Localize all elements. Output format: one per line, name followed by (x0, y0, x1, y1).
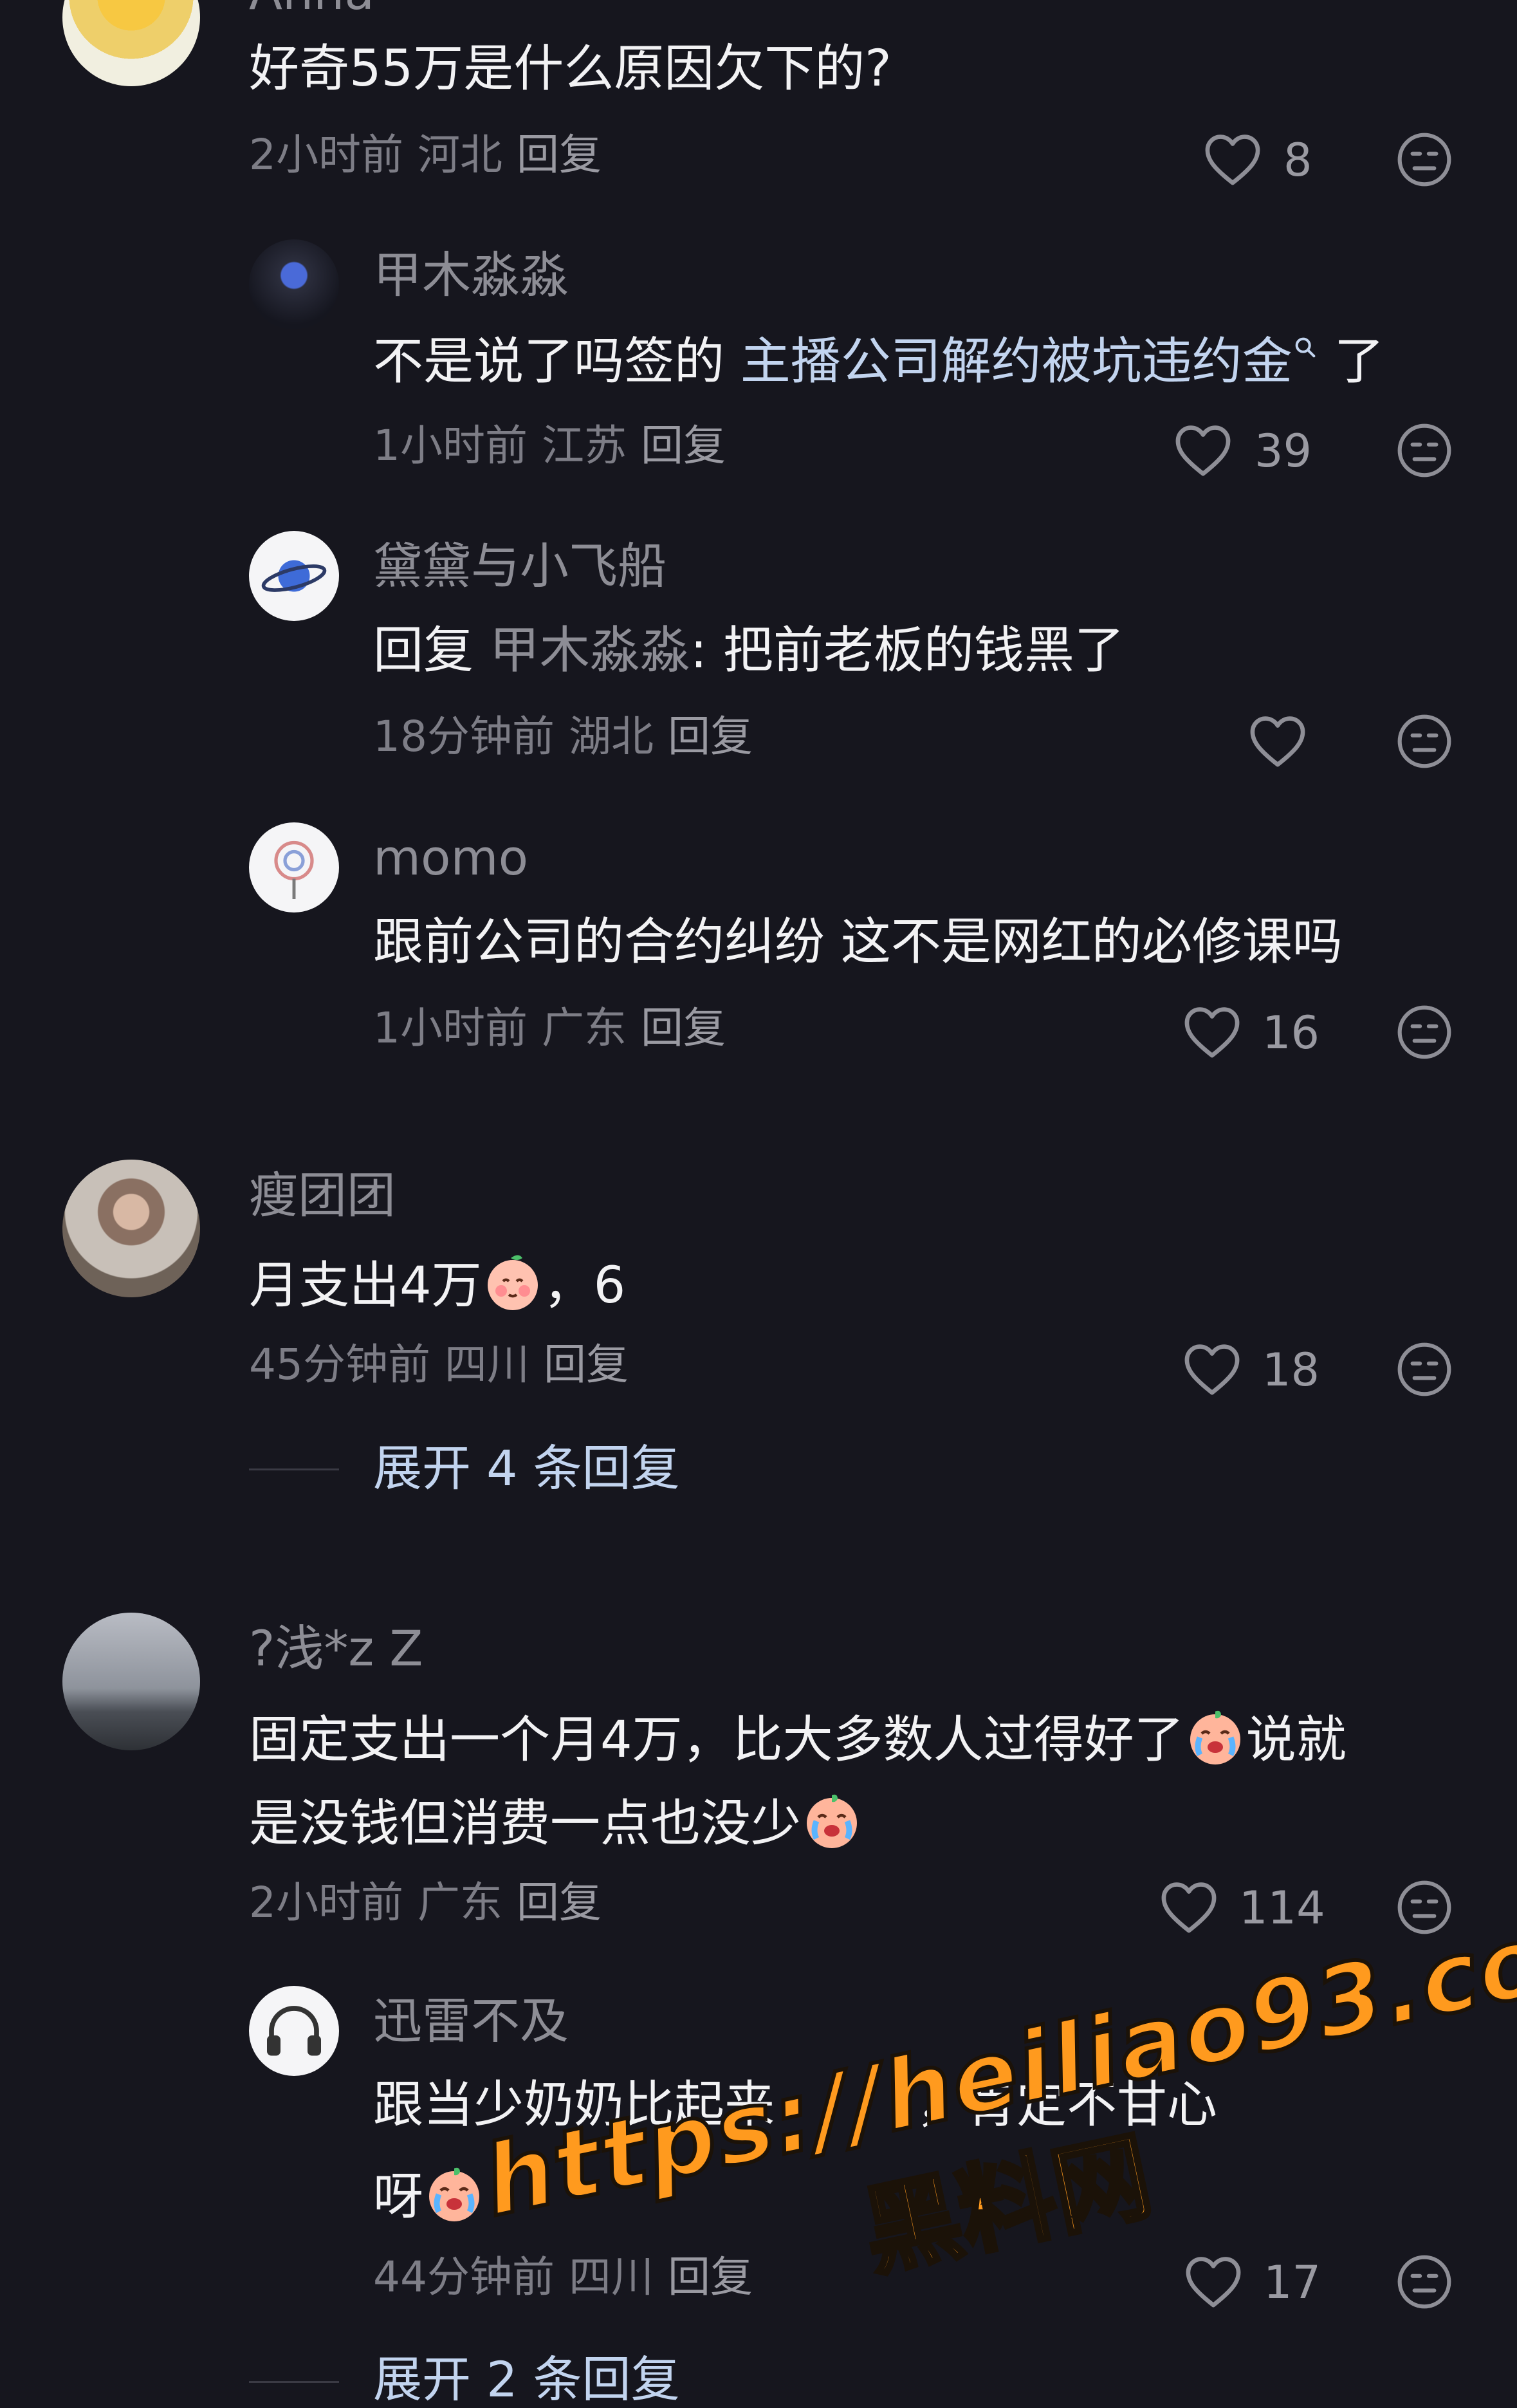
comment-region: 四川 (444, 1340, 529, 1389)
comment-time: 2小时前 (249, 130, 403, 180)
expand-replies-button[interactable]: 展开 4 条回复 (373, 1444, 680, 1493)
comment-time: 44分钟前 (373, 2252, 555, 2302)
like-count: 39 (1255, 425, 1312, 477)
comment-region: 四川 (568, 2252, 654, 2302)
reply-button[interactable]: 回复 (668, 2252, 753, 2302)
shy-emoji-icon (482, 1252, 544, 1314)
like-count: 18 (1262, 1344, 1320, 1396)
comment-text: 跟前公司的合约纠纷 这不是网红的必修课吗 (373, 913, 1343, 971)
avatar[interactable] (249, 531, 339, 621)
comment-text: 回复 甲木淼淼: 把前老板的钱黑了 (373, 625, 1125, 676)
comment-region: 湖北 (568, 712, 654, 761)
comment-text-line: 固定支出一个月4万，比大多数人过得好了 说就 (249, 1707, 1347, 1768)
avatar[interactable] (249, 1986, 339, 2076)
comment-text-part: 不是说了吗签的 (373, 333, 740, 391)
comment-username[interactable]: 黛黛与小飞船 (373, 542, 667, 591)
comment-text-part: 月支出4万 (249, 1257, 482, 1315)
like-count: 17 (1264, 2256, 1321, 2309)
comment-text-part: 呀 (373, 2168, 424, 2226)
comment-time: 2小时前 (249, 1878, 403, 1927)
neutral-face-icon[interactable] (1395, 1340, 1454, 1399)
avatar[interactable] (62, 1160, 200, 1297)
reply-button[interactable]: 回复 (668, 712, 753, 761)
reply-button[interactable]: 回复 (517, 130, 602, 180)
reply-button[interactable]: 回复 (641, 421, 726, 470)
comment-region: 河北 (418, 130, 502, 180)
comment-region: 江苏 (542, 421, 627, 470)
neutral-face-icon[interactable] (1395, 2252, 1454, 2311)
comment-meta: 2小时前 河北 回复 (249, 134, 616, 176)
heart-outline-icon[interactable] (1172, 422, 1234, 477)
neutral-face-icon[interactable] (1395, 421, 1454, 480)
mention-link[interactable]: 甲木淼淼 (490, 622, 690, 680)
like-count: 114 (1239, 1882, 1325, 1934)
comment-time: 1小时前 (373, 1003, 528, 1053)
comment-username[interactable]: Anna (249, 0, 374, 17)
like-count: 16 (1262, 1006, 1320, 1059)
comment-text-part: 说就 (1246, 1711, 1347, 1769)
crying-emoji-icon (801, 1790, 863, 1852)
comment-username[interactable]: 迅雷不及 (373, 1997, 569, 2046)
heart-outline-icon[interactable] (1181, 1341, 1243, 1396)
reply-prefix: 回复 (373, 622, 490, 680)
neutral-face-icon[interactable] (1395, 712, 1454, 771)
comment-username[interactable]: 瘦团团 (249, 1171, 396, 1220)
heart-outline-icon[interactable] (1202, 131, 1264, 187)
avatar[interactable] (62, 0, 200, 86)
avatar[interactable] (62, 1613, 200, 1750)
heart-outline-icon[interactable] (1247, 713, 1309, 768)
comment-meta: 2小时前 广东 回复 (249, 1882, 616, 1924)
comment-meta: 1小时前 广东 回复 (373, 1007, 740, 1050)
reply-button[interactable]: 回复 (641, 1003, 726, 1053)
crying-emoji-icon (423, 2163, 485, 2225)
planet-icon (261, 560, 327, 592)
comment-region: 广东 (418, 1878, 502, 1927)
avatar[interactable] (249, 822, 339, 912)
reply-button[interactable]: 回复 (544, 1340, 629, 1389)
search-icon[interactable] (1292, 335, 1318, 360)
lollipop-icon (274, 840, 314, 899)
comment-text-part: 是没钱但消费一点也没少 (249, 1795, 802, 1853)
comment-time: 18分钟前 (373, 712, 555, 761)
headphones-icon (267, 2006, 321, 2056)
comment-time: 45分钟前 (249, 1340, 430, 1389)
comment-meta: 44分钟前 四川 回复 (373, 2256, 767, 2299)
like-count: 8 (1283, 134, 1312, 187)
comment-text-part: : 把前老板的钱黑了 (690, 622, 1125, 680)
comment-username[interactable]: ?浅*z Z (249, 1624, 423, 1673)
comment-text-part: 固定支出一个月4万，比大多数人过得好了 (249, 1711, 1184, 1769)
comment-username[interactable]: momo (373, 833, 528, 882)
comment-username[interactable]: 甲木淼淼 (373, 251, 569, 300)
divider (249, 1468, 339, 1470)
comment-text: 不是说了吗签的 主播公司解约被坑违约金 了 (373, 335, 1384, 387)
comment-meta: 45分钟前 四川 回复 (249, 1344, 643, 1386)
crying-emoji-icon (1184, 1707, 1246, 1768)
comment-time: 1小时前 (373, 421, 528, 470)
heart-outline-icon[interactable] (1182, 2254, 1244, 2309)
comment-text-part: ，6 (543, 1257, 626, 1315)
comment-text: 月支出4万 ，6 (249, 1252, 625, 1314)
reply-button[interactable]: 回复 (517, 1878, 602, 1927)
comment-text: 好奇55万是什么原因欠下的? (249, 40, 892, 98)
neutral-face-icon[interactable] (1395, 1003, 1454, 1062)
expand-replies-button[interactable]: 展开 2 条回复 (373, 2355, 680, 2404)
heart-outline-icon[interactable] (1181, 1004, 1243, 1059)
comment-text-line: 是没钱但消费一点也没少 (249, 1790, 863, 1852)
comment-meta: 1小时前 江苏 回复 (373, 425, 740, 467)
comment-text-line: 呀 (373, 2163, 485, 2225)
comment-text-part: 了 (1318, 333, 1384, 391)
comment-region: 广东 (542, 1003, 627, 1053)
avatar[interactable] (249, 239, 339, 329)
divider (249, 2381, 339, 2383)
heart-outline-icon[interactable] (1158, 1879, 1220, 1934)
neutral-face-icon[interactable] (1395, 130, 1454, 189)
comment-meta: 18分钟前 湖北 回复 (373, 716, 767, 758)
search-link[interactable]: 主播公司解约被坑违约金 (740, 333, 1292, 391)
